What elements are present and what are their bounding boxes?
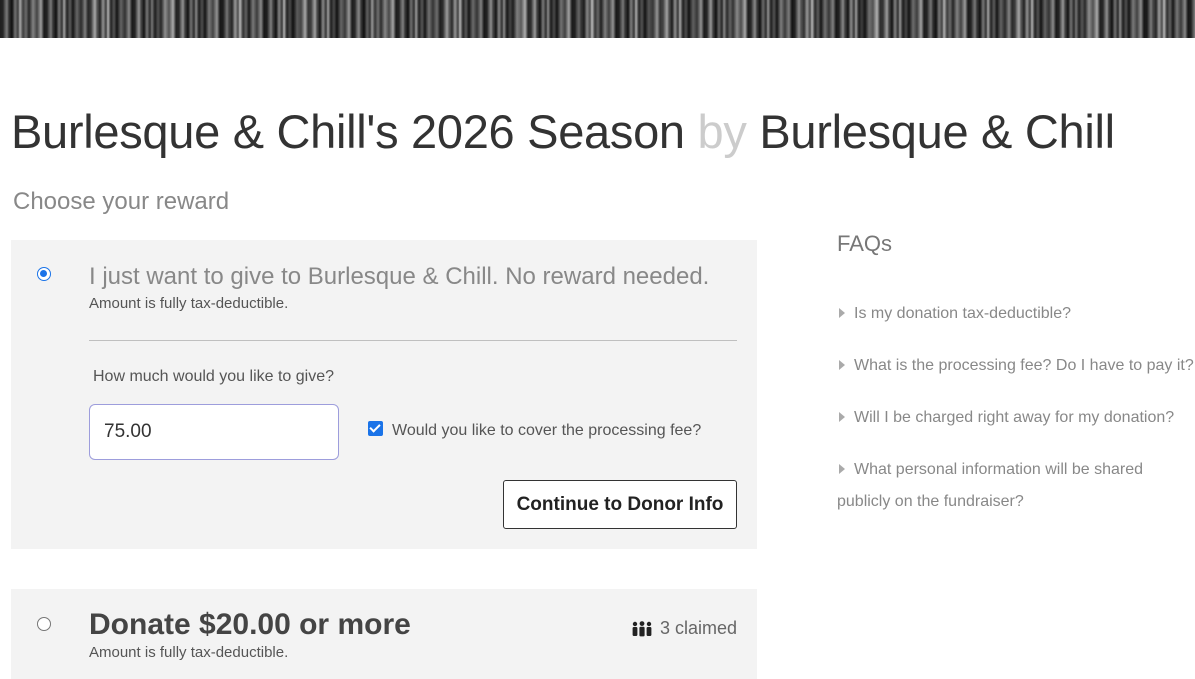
claimed-count: 3 claimed bbox=[631, 618, 737, 639]
reward-title: Donate $20.00 or more bbox=[89, 608, 411, 641]
caret-right-icon bbox=[839, 360, 845, 370]
caret-right-icon bbox=[839, 308, 845, 318]
faq-item-tax-deductible[interactable]: Is my donation tax-deductible? bbox=[837, 298, 1195, 330]
claimed-text: 3 claimed bbox=[659, 618, 737, 638]
choose-reward-heading: Choose your reward bbox=[13, 188, 230, 215]
faq-item-processing-fee[interactable]: What is the processing fee? Do I have to… bbox=[837, 350, 1195, 382]
cover-fee-checkbox[interactable] bbox=[368, 421, 383, 436]
faq-question: What is the processing fee? Do I have to… bbox=[854, 357, 1194, 374]
faq-question: What personal information will be shared… bbox=[837, 461, 1144, 510]
reward-radio-no-reward[interactable] bbox=[37, 267, 51, 281]
faq-question: Is my donation tax-deductible? bbox=[854, 305, 1072, 322]
reward-radio-donate-20[interactable] bbox=[37, 617, 51, 631]
title-by-word: by bbox=[697, 105, 747, 158]
caret-right-icon bbox=[839, 464, 845, 474]
cover-fee-label: Would you like to cover the processing f… bbox=[392, 422, 702, 439]
organization-name: Burlesque & Chill bbox=[759, 105, 1115, 158]
donation-amount-input[interactable] bbox=[89, 404, 339, 460]
divider bbox=[89, 340, 737, 341]
reward-title: I just want to give to Burlesque & Chill… bbox=[89, 263, 710, 290]
people-icon bbox=[632, 620, 652, 636]
header-banner-image bbox=[0, 0, 1195, 38]
tax-deductible-note: Amount is fully tax-deductible. bbox=[89, 295, 289, 312]
amount-question-label: How much would you like to give? bbox=[93, 368, 335, 385]
faq-question: Will I be charged right away for my dona… bbox=[854, 409, 1175, 426]
caret-right-icon bbox=[839, 412, 845, 422]
reward-option-no-reward: I just want to give to Burlesque & Chill… bbox=[11, 240, 757, 549]
continue-to-donor-info-button[interactable]: Continue to Donor Info bbox=[503, 480, 737, 529]
campaign-name: Burlesque & Chill's 2026 Season bbox=[11, 105, 685, 158]
faq-item-personal-information[interactable]: What personal information will be shared… bbox=[837, 454, 1195, 518]
reward-option-donate-20: Donate $20.00 or more 3 claimed Amount i… bbox=[11, 589, 757, 679]
faq-item-charged-right-away[interactable]: Will I be charged right away for my dona… bbox=[837, 402, 1195, 434]
tax-deductible-note: Amount is fully tax-deductible. bbox=[89, 644, 289, 661]
page-title: Burlesque & Chill's 2026 Season by Burle… bbox=[11, 104, 1115, 159]
faqs-heading: FAQs bbox=[837, 231, 893, 256]
